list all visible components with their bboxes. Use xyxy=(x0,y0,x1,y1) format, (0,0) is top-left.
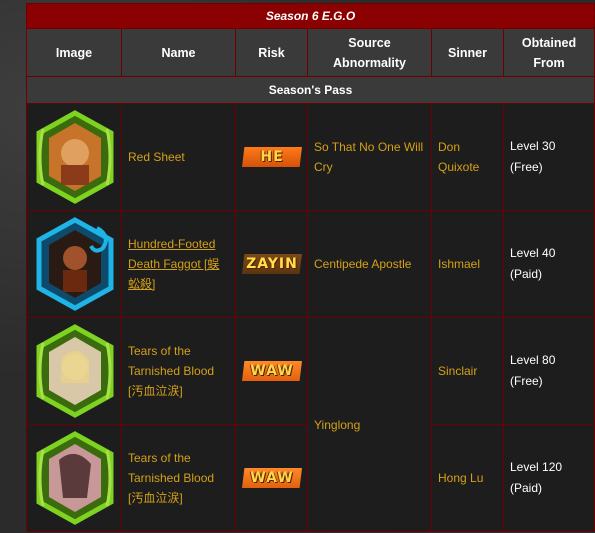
ego-portrait-icon[interactable] xyxy=(33,323,117,419)
obtained-cell: Level 120 (Paid) xyxy=(503,424,595,532)
image-cell xyxy=(26,103,122,211)
risk-cell: HE xyxy=(235,103,308,211)
section-header: Season's Pass xyxy=(26,76,595,104)
header-name: Name xyxy=(121,28,236,77)
header-sinner: Sinner xyxy=(431,28,504,77)
ego-name-link[interactable]: Hundred-Footed Death Faggot [蜈蚣殺] xyxy=(128,237,219,291)
obtained-from: Level 120 (Paid) xyxy=(510,460,563,495)
risk-cell: WAW xyxy=(235,317,308,425)
sinner-cell: Hong Lu xyxy=(431,424,504,532)
sinner-name: Hong Lu xyxy=(438,471,484,485)
sinner-cell: Sinclair xyxy=(431,317,504,425)
ego-name: Tears of the Tarnished Blood [汚血泣涙] xyxy=(128,451,215,505)
header-image: Image xyxy=(26,28,122,77)
sinner-name: Sinclair xyxy=(438,364,478,378)
obtained-cell: Level 40 (Paid) xyxy=(503,210,595,318)
risk-cell: ZAYIN xyxy=(235,210,308,318)
obtained-from: Level 40 (Paid) xyxy=(510,246,556,281)
source-cell: Yinglong xyxy=(307,317,432,532)
sinner-name: Don Quixote xyxy=(438,140,480,174)
sinner-cell: Don Quixote xyxy=(431,103,504,211)
obtained-from: Level 80 (Free) xyxy=(510,353,556,388)
risk-badge: ZAYIN xyxy=(242,254,302,274)
obtained-cell: Level 30 (Free) xyxy=(503,103,595,211)
ego-portrait-icon[interactable] xyxy=(33,430,117,526)
source-abnormality: Yinglong xyxy=(314,417,361,432)
risk-cell: WAW xyxy=(235,424,308,532)
ego-name: Red Sheet xyxy=(128,150,185,164)
table-row: Red Sheet HE So That No One Will Cry Don… xyxy=(26,103,595,211)
image-cell xyxy=(26,317,122,425)
ego-name: Tears of the Tarnished Blood [汚血泣涙] xyxy=(128,344,215,398)
image-cell xyxy=(26,424,122,532)
source-abnormality: So That No One Will Cry xyxy=(314,140,424,174)
source-cell: So That No One Will Cry xyxy=(307,103,432,211)
risk-badge: WAW xyxy=(242,361,302,381)
image-cell xyxy=(26,210,122,318)
table-row: Tears of the Tarnished Blood [汚血泣涙] WAW … xyxy=(26,317,595,532)
sinner-name: Ishmael xyxy=(438,257,481,271)
season-ego-table: Season 6 E.G.O Image Name Risk Source Ab… xyxy=(26,3,595,532)
risk-badge: HE xyxy=(242,147,302,167)
source-cell: Centipede Apostle xyxy=(307,210,432,318)
table-title: Season 6 E.G.O xyxy=(26,3,595,29)
table-row: Hundred-Footed Death Faggot [蜈蚣殺] ZAYIN … xyxy=(26,210,595,318)
header-risk: Risk xyxy=(235,28,308,77)
ego-portrait-icon[interactable] xyxy=(33,216,117,312)
header-source: Source Abnormality xyxy=(307,28,432,77)
source-abnormality: Centipede Apostle xyxy=(314,257,412,271)
name-cell: Hundred-Footed Death Faggot [蜈蚣殺] xyxy=(121,210,236,318)
ego-portrait-icon[interactable] xyxy=(33,109,117,205)
name-cell: Red Sheet xyxy=(121,103,236,211)
sinner-cell: Ishmael xyxy=(431,210,504,318)
header-obtained: Obtained From xyxy=(503,28,595,77)
obtained-from: Level 30 (Free) xyxy=(510,139,556,174)
name-cell: Tears of the Tarnished Blood [汚血泣涙] xyxy=(121,317,236,425)
obtained-cell: Level 80 (Free) xyxy=(503,317,595,425)
risk-badge: WAW xyxy=(242,468,302,488)
name-cell: Tears of the Tarnished Blood [汚血泣涙] xyxy=(121,424,236,532)
